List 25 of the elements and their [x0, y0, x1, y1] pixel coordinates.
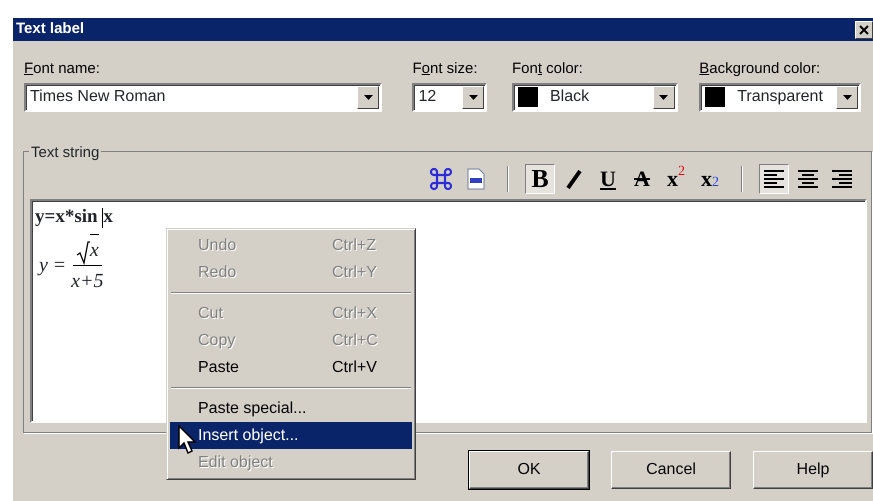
dropdown-field[interactable]: Black	[512, 82, 678, 112]
field-label: Background color:	[699, 59, 822, 79]
radical-sign-icon	[76, 240, 90, 264]
strikethrough-button[interactable]: A	[627, 164, 657, 194]
window-title: Text label	[16, 19, 84, 40]
dialog-button[interactable]: OK	[469, 451, 589, 489]
menu-item[interactable]: Paste Ctrl+V	[170, 354, 412, 381]
dialog-button[interactable]: Cancel	[611, 451, 731, 489]
field-label: Font size:	[412, 59, 479, 79]
superscript-button[interactable]: x$^{2}$	[661, 164, 691, 194]
dialog-button[interactable]: Help	[753, 451, 873, 489]
menu-item[interactable]: Insert object...	[170, 422, 412, 449]
dropdown-field[interactable]: 12	[412, 82, 488, 112]
close-button[interactable]	[855, 20, 873, 38]
dropdown-field[interactable]: Transparent	[699, 82, 862, 112]
underline-button[interactable]: U	[593, 164, 623, 194]
menu-item[interactable]: Paste special...	[170, 395, 412, 422]
dropdown-field[interactable]: Times New Roman	[24, 82, 382, 112]
bold-button[interactable]: B	[525, 164, 555, 194]
text-line: y=x*sin x	[35, 205, 113, 230]
field-label: Font name:	[24, 59, 101, 79]
close-icon	[859, 24, 869, 34]
mouse-pointer-icon	[178, 425, 200, 455]
field-label: Font color:	[512, 59, 584, 79]
align-left-icon[interactable]	[759, 164, 789, 194]
